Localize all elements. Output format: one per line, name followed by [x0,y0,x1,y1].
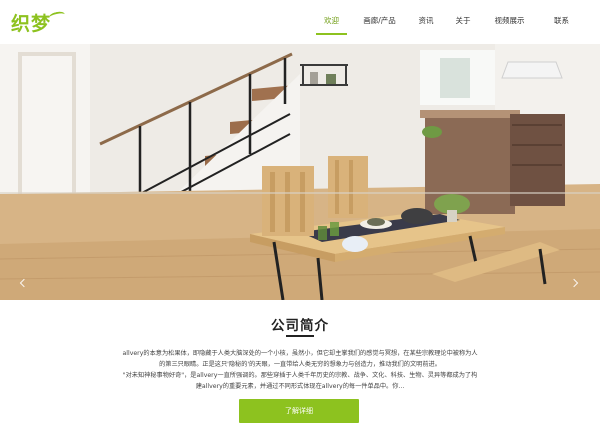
hero-banner[interactable] [0,44,600,300]
logo-text: 织梦 [11,12,52,35]
nav-item-contact[interactable]: 联系 [539,0,584,44]
intro-line: allvery的本意为松果体，即隐藏于人类大脑深处的一个小核，虽然小，但它却主掌… [122,350,478,357]
nav-item-about[interactable]: 关于 [446,0,480,44]
logo[interactable]: 织梦 [11,6,66,38]
learn-more-button[interactable]: 了解详细 [239,399,359,423]
intro-line: 建allvery的重要元素，并通过不同形式体现在allvery的每一件单品中。你… [195,383,405,390]
hero-banner-image [0,44,600,300]
main-nav: 欢迎 画廊/产品 资讯 关于 视频展示 联系 [310,0,584,44]
intro-paragraph: allvery的本意为松果体，即隐藏于人类大脑深处的一个小核，虽然小，但它却主掌… [100,348,500,392]
title-underline [286,335,314,337]
nav-item-welcome[interactable]: 欢迎 [310,0,353,44]
intro-line: "对未知神秘事物好奇"，是allvery一直所强调的。那些穿插于人类千年历史的宗… [122,372,478,379]
nav-item-news[interactable]: 资讯 [406,0,446,44]
nav-item-video[interactable]: 视频展示 [480,0,539,44]
site-header: 织梦 欢迎 画廊/产品 资讯 关于 视频展示 联系 [0,0,600,44]
nav-item-gallery-products[interactable]: 画廊/产品 [353,0,406,44]
chevron-left-icon[interactable] [17,276,31,290]
chevron-right-icon[interactable] [569,276,583,290]
intro-line: 的第三只眼睛。正是这只'隐秘的'的天眼，一直带给人类无穷的想象力与创造力，推动我… [159,361,441,368]
section-title: 公司简介 [271,318,329,334]
